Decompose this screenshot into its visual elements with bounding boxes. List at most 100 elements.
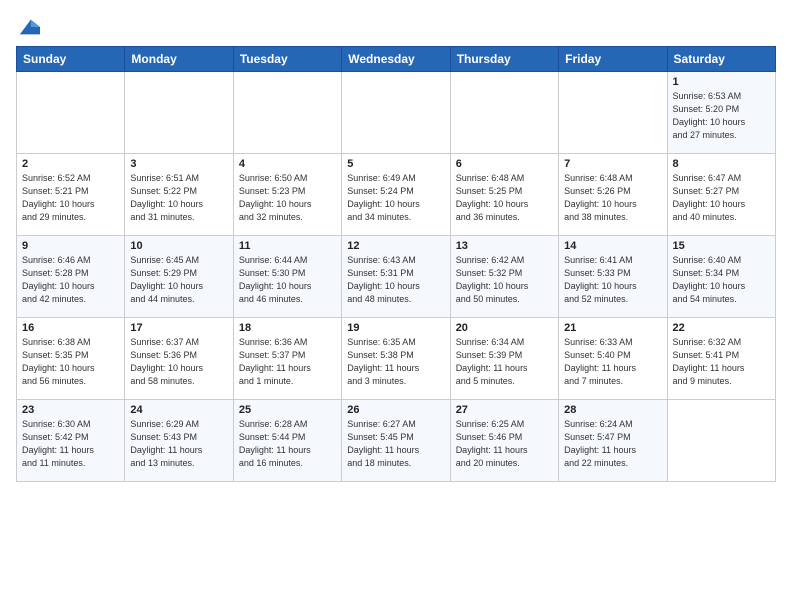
weekday-header-thursday: Thursday	[450, 47, 558, 72]
page-container: SundayMondayTuesdayWednesdayThursdayFrid…	[0, 0, 792, 612]
day-number: 16	[22, 322, 119, 334]
day-info: Sunrise: 6:47 AM Sunset: 5:27 PM Dayligh…	[673, 172, 770, 224]
day-number: 20	[456, 322, 553, 334]
day-info: Sunrise: 6:53 AM Sunset: 5:20 PM Dayligh…	[673, 90, 770, 142]
calendar-cell: 2 Sunrise: 6:52 AM Sunset: 5:21 PM Daylig…	[17, 154, 125, 236]
weekday-header-monday: Monday	[125, 47, 233, 72]
calendar-cell: 1 Sunrise: 6:53 AM Sunset: 5:20 PM Daylig…	[667, 72, 775, 154]
day-number: 21	[564, 322, 661, 334]
calendar-cell: 21 Sunrise: 6:33 AM Sunset: 5:40 PM Dayli…	[559, 318, 667, 400]
day-info: Sunrise: 6:34 AM Sunset: 5:39 PM Dayligh…	[456, 336, 553, 388]
day-info: Sunrise: 6:32 AM Sunset: 5:41 PM Dayligh…	[673, 336, 770, 388]
calendar-cell: 10 Sunrise: 6:45 AM Sunset: 5:29 PM Dayli…	[125, 236, 233, 318]
day-info: Sunrise: 6:51 AM Sunset: 5:22 PM Dayligh…	[130, 172, 227, 224]
calendar-week-1: 1 Sunrise: 6:53 AM Sunset: 5:20 PM Daylig…	[17, 72, 776, 154]
day-number: 3	[130, 158, 227, 170]
day-info: Sunrise: 6:36 AM Sunset: 5:37 PM Dayligh…	[239, 336, 336, 388]
calendar-cell: 8 Sunrise: 6:47 AM Sunset: 5:27 PM Daylig…	[667, 154, 775, 236]
day-number: 22	[673, 322, 770, 334]
day-info: Sunrise: 6:37 AM Sunset: 5:36 PM Dayligh…	[130, 336, 227, 388]
day-number: 26	[347, 404, 444, 416]
day-number: 24	[130, 404, 227, 416]
day-number: 2	[22, 158, 119, 170]
calendar-week-5: 23 Sunrise: 6:30 AM Sunset: 5:42 PM Dayli…	[17, 400, 776, 482]
day-info: Sunrise: 6:49 AM Sunset: 5:24 PM Dayligh…	[347, 172, 444, 224]
day-info: Sunrise: 6:46 AM Sunset: 5:28 PM Dayligh…	[22, 254, 119, 306]
calendar-cell: 5Sunrise: 6:49 AM Sunset: 5:24 PM Daylig…	[342, 154, 450, 236]
day-info: Sunrise: 6:28 AM Sunset: 5:44 PM Dayligh…	[239, 418, 336, 470]
weekday-header-tuesday: Tuesday	[233, 47, 341, 72]
day-info: Sunrise: 6:38 AM Sunset: 5:35 PM Dayligh…	[22, 336, 119, 388]
calendar-cell: 19Sunrise: 6:35 AM Sunset: 5:38 PM Dayli…	[342, 318, 450, 400]
day-number: 12	[347, 240, 444, 252]
calendar-cell: 11Sunrise: 6:44 AM Sunset: 5:30 PM Dayli…	[233, 236, 341, 318]
day-number: 18	[239, 322, 336, 334]
calendar-cell: 25 Sunrise: 6:28 AM Sunset: 5:44 PM Dayli…	[233, 400, 341, 482]
day-number: 25	[239, 404, 336, 416]
page-header	[16, 16, 776, 38]
day-info: Sunrise: 6:50 AM Sunset: 5:23 PM Dayligh…	[239, 172, 336, 224]
day-info: Sunrise: 6:43 AM Sunset: 5:31 PM Dayligh…	[347, 254, 444, 306]
day-number: 10	[130, 240, 227, 252]
calendar-week-3: 9 Sunrise: 6:46 AM Sunset: 5:28 PM Daylig…	[17, 236, 776, 318]
day-info: Sunrise: 6:48 AM Sunset: 5:25 PM Dayligh…	[456, 172, 553, 224]
day-info: Sunrise: 6:40 AM Sunset: 5:34 PM Dayligh…	[673, 254, 770, 306]
day-number: 13	[456, 240, 553, 252]
calendar-cell: 26 Sunrise: 6:27 AM Sunset: 5:45 PM Dayli…	[342, 400, 450, 482]
calendar-cell: 14 Sunrise: 6:41 AM Sunset: 5:33 PM Dayli…	[559, 236, 667, 318]
calendar-week-2: 2 Sunrise: 6:52 AM Sunset: 5:21 PM Daylig…	[17, 154, 776, 236]
day-number: 23	[22, 404, 119, 416]
calendar-cell: 7 Sunrise: 6:48 AM Sunset: 5:26 PM Daylig…	[559, 154, 667, 236]
day-number: 11	[239, 240, 336, 252]
day-info: Sunrise: 6:24 AM Sunset: 5:47 PM Dayligh…	[564, 418, 661, 470]
day-number: 28	[564, 404, 661, 416]
day-number: 7	[564, 158, 661, 170]
calendar-cell: 12 Sunrise: 6:43 AM Sunset: 5:31 PM Dayli…	[342, 236, 450, 318]
day-info: Sunrise: 6:48 AM Sunset: 5:26 PM Dayligh…	[564, 172, 661, 224]
calendar-cell	[17, 72, 125, 154]
calendar-cell: 18 Sunrise: 6:36 AM Sunset: 5:37 PM Dayli…	[233, 318, 341, 400]
day-number: 27	[456, 404, 553, 416]
calendar-cell	[125, 72, 233, 154]
calendar-cell: 4 Sunrise: 6:50 AM Sunset: 5:23 PM Daylig…	[233, 154, 341, 236]
calendar-cell	[233, 72, 341, 154]
calendar-cell: 23 Sunrise: 6:30 AM Sunset: 5:42 PM Dayli…	[17, 400, 125, 482]
calendar-cell: 28 Sunrise: 6:24 AM Sunset: 5:47 PM Dayli…	[559, 400, 667, 482]
calendar-cell: 15 Sunrise: 6:40 AM Sunset: 5:34 PM Dayli…	[667, 236, 775, 318]
day-info: Sunrise: 6:29 AM Sunset: 5:43 PM Dayligh…	[130, 418, 227, 470]
day-info: Sunrise: 6:30 AM Sunset: 5:42 PM Dayligh…	[22, 418, 119, 470]
calendar-cell: 17 Sunrise: 6:37 AM Sunset: 5:36 PM Dayli…	[125, 318, 233, 400]
day-number: 4	[239, 158, 336, 170]
day-number: 6	[456, 158, 553, 170]
calendar-cell: 24 Sunrise: 6:29 AM Sunset: 5:43 PM Dayli…	[125, 400, 233, 482]
day-info: Sunrise: 6:33 AM Sunset: 5:40 PM Dayligh…	[564, 336, 661, 388]
day-number: 9	[22, 240, 119, 252]
day-number: 1	[673, 76, 770, 88]
calendar-cell: 6 Sunrise: 6:48 AM Sunset: 5:25 PM Daylig…	[450, 154, 558, 236]
calendar-cell	[559, 72, 667, 154]
logo-icon	[18, 16, 40, 38]
calendar-cell: 3 Sunrise: 6:51 AM Sunset: 5:22 PM Daylig…	[125, 154, 233, 236]
day-number: 8	[673, 158, 770, 170]
day-info: Sunrise: 6:45 AM Sunset: 5:29 PM Dayligh…	[130, 254, 227, 306]
day-number: 15	[673, 240, 770, 252]
calendar-cell: 13Sunrise: 6:42 AM Sunset: 5:32 PM Dayli…	[450, 236, 558, 318]
calendar-header-row: SundayMondayTuesdayWednesdayThursdayFrid…	[17, 47, 776, 72]
calendar-cell: 9 Sunrise: 6:46 AM Sunset: 5:28 PM Daylig…	[17, 236, 125, 318]
calendar-cell	[667, 400, 775, 482]
day-number: 14	[564, 240, 661, 252]
weekday-header-saturday: Saturday	[667, 47, 775, 72]
day-number: 19	[347, 322, 444, 334]
calendar-cell: 20 Sunrise: 6:34 AM Sunset: 5:39 PM Dayli…	[450, 318, 558, 400]
calendar-cell: 22 Sunrise: 6:32 AM Sunset: 5:41 PM Dayli…	[667, 318, 775, 400]
day-number: 17	[130, 322, 227, 334]
day-info: Sunrise: 6:41 AM Sunset: 5:33 PM Dayligh…	[564, 254, 661, 306]
calendar-cell	[450, 72, 558, 154]
calendar-week-4: 16 Sunrise: 6:38 AM Sunset: 5:35 PM Dayli…	[17, 318, 776, 400]
day-info: Sunrise: 6:52 AM Sunset: 5:21 PM Dayligh…	[22, 172, 119, 224]
weekday-header-friday: Friday	[559, 47, 667, 72]
calendar-cell: 16 Sunrise: 6:38 AM Sunset: 5:35 PM Dayli…	[17, 318, 125, 400]
day-info: Sunrise: 6:27 AM Sunset: 5:45 PM Dayligh…	[347, 418, 444, 470]
weekday-header-wednesday: Wednesday	[342, 47, 450, 72]
calendar-table: SundayMondayTuesdayWednesdayThursdayFrid…	[16, 46, 776, 482]
